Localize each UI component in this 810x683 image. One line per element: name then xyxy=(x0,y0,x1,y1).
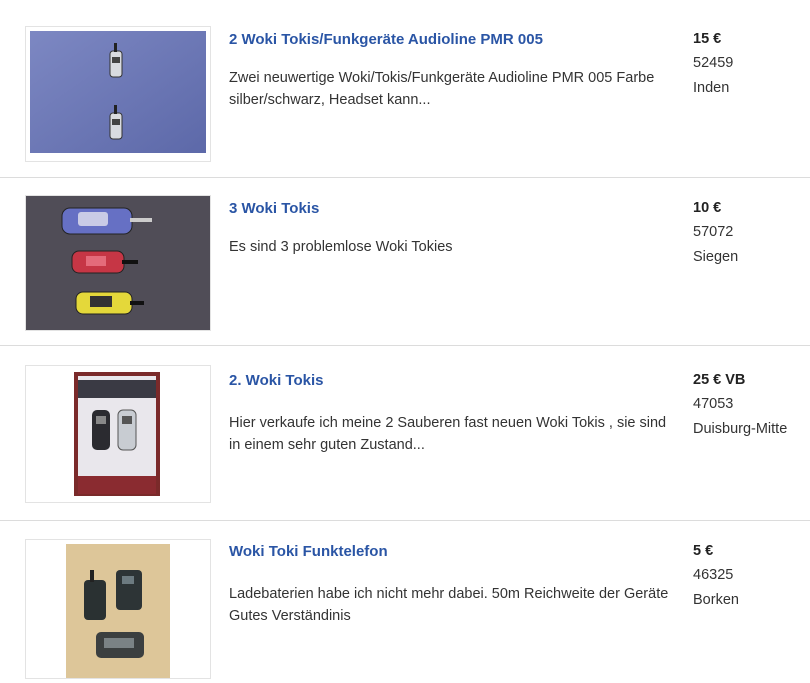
listing-zip: 47053 xyxy=(693,396,734,412)
listing-thumbnail[interactable] xyxy=(25,26,211,162)
listing-zip: 46325 xyxy=(693,567,734,583)
listing-thumbnail[interactable] xyxy=(25,365,211,503)
listing-price: 25 € VB xyxy=(693,372,746,388)
listing-city: Inden xyxy=(693,80,730,96)
listing-zip: 57072 xyxy=(693,224,734,240)
listing-title[interactable]: Woki Toki Funktelefon xyxy=(229,543,388,560)
listing-city: Duisburg-Mitte xyxy=(693,421,788,437)
listing-price: 10 € xyxy=(693,200,722,216)
listing-city: Siegen xyxy=(693,249,739,265)
listing-price: 5 € xyxy=(693,543,714,559)
listing-city: Borken xyxy=(693,592,739,608)
listing-title[interactable]: 2. Woki Tokis xyxy=(229,372,323,389)
listing-item[interactable]: 2. Woki Tokis Hier verkaufe ich meine 2 … xyxy=(0,346,810,521)
walkie-talkie-photo xyxy=(26,196,210,330)
listing-title[interactable]: 2 Woki Tokis/Funkgeräte Audioline PMR 00… xyxy=(229,31,543,48)
listing-zip: 52459 xyxy=(693,55,734,71)
walkie-talkie-photo xyxy=(26,366,210,502)
listing-description: Hier verkaufe ich meine 2 Sauberen fast … xyxy=(229,415,667,453)
listing-description: Zwei neuwertige Woki/Tokis/Funkgeräte Au… xyxy=(229,70,655,108)
listing-title[interactable]: 3 Woki Tokis xyxy=(229,200,319,217)
walkie-talkie-photo xyxy=(26,540,210,678)
listing-item[interactable]: 3 Woki Tokis Es sind 3 problemlose Woki … xyxy=(0,178,810,346)
listing-description: Es sind 3 problemlose Woki Tokies xyxy=(229,239,453,255)
listing-thumbnail[interactable] xyxy=(25,195,211,331)
listing-item[interactable]: Woki Toki Funktelefon Ladebaterien habe … xyxy=(0,521,810,683)
listing-price: 15 € xyxy=(693,31,722,47)
listing-thumbnail[interactable] xyxy=(25,539,211,679)
listing-description: Ladebaterien habe ich nicht mehr dabei. … xyxy=(229,586,669,624)
listing-item[interactable]: 2 Woki Tokis/Funkgeräte Audioline PMR 00… xyxy=(0,0,810,178)
walkie-talkie-photo xyxy=(30,31,206,153)
